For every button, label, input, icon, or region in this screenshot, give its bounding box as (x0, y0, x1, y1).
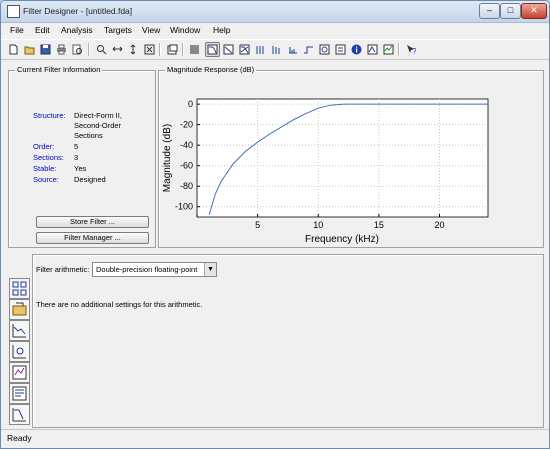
design-filter-icon[interactable] (9, 404, 30, 425)
stable-label: Stable: (33, 164, 57, 173)
menu-help[interactable]: Help (213, 25, 230, 35)
menu-edit[interactable]: Edit (35, 25, 50, 35)
menu-targets[interactable]: Targets (104, 25, 132, 35)
arithmetic-message: There are no additional settings for thi… (36, 300, 203, 309)
pole-zero-editor-icon[interactable] (9, 341, 30, 362)
y-tick-label: 0 (188, 99, 193, 109)
print-icon[interactable] (54, 42, 69, 57)
phase-response-icon[interactable] (221, 42, 236, 57)
open-folder-icon[interactable] (22, 42, 37, 57)
filter-arithmetic-value: Double-precision floating-point (96, 265, 198, 274)
multirate-icon[interactable] (9, 362, 30, 383)
zoom-in-icon[interactable] (94, 42, 109, 57)
svg-text:?: ? (412, 47, 417, 55)
x-tick-label: 15 (374, 220, 384, 230)
toolbar-separator (182, 43, 184, 56)
phase-delay-icon[interactable] (269, 42, 284, 57)
y-tick-label: -20 (180, 120, 193, 130)
import-filter-icon[interactable] (9, 383, 30, 404)
close-button[interactable]: ✕ (521, 3, 547, 19)
sections-label: Sections: (33, 153, 64, 162)
realize-model-icon[interactable] (381, 42, 396, 57)
save-icon[interactable] (38, 42, 53, 57)
menu-window[interactable]: Window (170, 25, 200, 35)
filter-arithmetic-label: Filter arithmetic: (36, 265, 90, 274)
x-tick-label: 20 (434, 220, 444, 230)
source-label: Source: (33, 175, 59, 184)
menu-bar: File Edit Analysis Targets View Window H… (1, 23, 549, 38)
toolbar-separator (88, 43, 90, 56)
impulse-response-icon[interactable] (285, 42, 300, 57)
y-tick-label: -40 (180, 140, 193, 150)
structure-label: Structure: (33, 111, 66, 120)
title-bar: Filter Designer - [untitled.fda] – □ ✕ (1, 1, 549, 23)
set-quantization-icon[interactable] (9, 299, 30, 320)
group-delay-icon[interactable] (253, 42, 268, 57)
realize-model-icon[interactable] (9, 320, 30, 341)
pole-zero-icon[interactable] (317, 42, 332, 57)
toolbar: ? (1, 39, 549, 60)
new-file-icon[interactable] (6, 42, 21, 57)
zoom-y-icon[interactable] (126, 42, 141, 57)
y-tick-label: -60 (180, 161, 193, 171)
filter-spec-icon[interactable] (187, 42, 202, 57)
order-label: Order: (33, 142, 55, 151)
x-tick-label: 5 (255, 220, 260, 230)
magnitude-response-icon[interactable] (205, 42, 220, 57)
source-value: Designed (74, 175, 106, 184)
whats-this-icon[interactable]: ? (404, 42, 419, 57)
toolbar-separator (159, 43, 161, 56)
full-view-icon[interactable] (142, 42, 157, 57)
filter-arithmetic-select[interactable]: Double-precision floating-point ▼ (92, 262, 217, 277)
step-response-icon[interactable] (301, 42, 316, 57)
current-filter-info-panel: Current Filter Information Structure: Di… (8, 65, 156, 248)
maximize-button[interactable]: □ (500, 3, 521, 19)
store-filter-button[interactable]: Store Filter ... (36, 216, 149, 228)
minimize-button[interactable]: – (479, 3, 500, 19)
zoom-x-icon[interactable] (110, 42, 125, 57)
menu-analysis[interactable]: Analysis (61, 25, 93, 35)
magnitude-response-panel: Magnitude Response (dB) 5 10 15 20 0 -20 -40-… (158, 65, 544, 248)
filter-manager-button[interactable]: Filter Manager ... (36, 232, 149, 244)
window-title: Filter Designer - [untitled.fda] (23, 6, 133, 16)
stable-value: Yes (74, 164, 87, 173)
round-off-noise-icon[interactable] (365, 42, 380, 57)
magnitude-response-chart: 5 10 15 20 0 -20 -40 -60 -80 -100 Frequency (kHz… (162, 98, 489, 245)
y-axis-label: Magnitude (dB) (162, 124, 173, 192)
y-tick-label: -100 (175, 202, 193, 212)
structure-value: Direct-Form II, Second-Order Sections (74, 111, 122, 140)
mag-phase-icon[interactable] (237, 42, 252, 57)
chevron-down-icon[interactable]: ▼ (204, 263, 216, 276)
app-icon (7, 5, 20, 18)
arithmetic-panel: Filter arithmetic: Double-precision floa… (32, 254, 544, 428)
status-text: Ready (7, 433, 32, 443)
plot-area (196, 98, 489, 218)
status-bar: Ready (1, 429, 549, 448)
x-tick-label: 10 (313, 220, 323, 230)
filter-coeffs-icon[interactable] (333, 42, 348, 57)
new-figure-icon[interactable] (165, 42, 180, 57)
filter-info-icon[interactable] (349, 42, 364, 57)
toolbar-separator (398, 43, 400, 56)
sections-value: 3 (74, 153, 79, 162)
x-axis-label: Frequency (kHz) (305, 234, 379, 245)
current-filter-info-title: Current Filter Information (15, 65, 103, 74)
transform-filter-icon[interactable] (9, 278, 30, 299)
menu-file[interactable]: File (10, 25, 24, 35)
application-window: Filter Designer - [untitled.fda] – □ ✕ F… (0, 0, 550, 449)
menu-view[interactable]: View (142, 25, 160, 35)
print-preview-icon[interactable] (70, 42, 85, 57)
order-value: 5 (74, 142, 79, 151)
y-tick-label: -80 (180, 181, 193, 191)
